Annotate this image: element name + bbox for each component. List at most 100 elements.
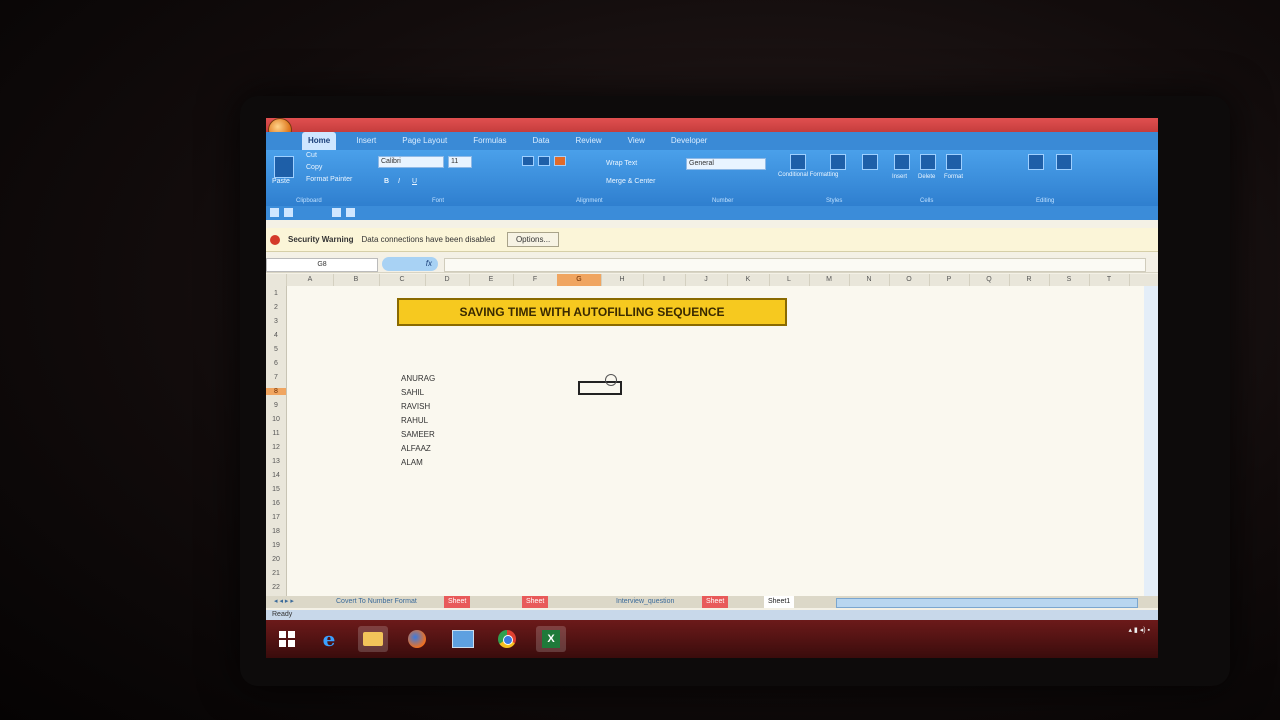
wrap-text-button[interactable]: Wrap Text	[606, 160, 637, 167]
column-header[interactable]: M	[809, 274, 850, 286]
excel-icon[interactable]: X	[536, 626, 566, 652]
paste-button[interactable]: Paste	[272, 178, 290, 185]
row-header[interactable]: 15	[266, 486, 286, 493]
row-header[interactable]: 16	[266, 500, 286, 507]
row-header[interactable]: 5	[266, 346, 286, 353]
name-cell[interactable]: RAVISH	[401, 402, 430, 411]
conditional-formatting-button[interactable]: Conditional Formatting	[778, 172, 838, 178]
row-header[interactable]: 10	[266, 416, 286, 423]
firefox-icon[interactable]	[402, 626, 432, 652]
sheet-tab[interactable]: Sheet	[444, 596, 471, 608]
align-middle-icon[interactable]	[538, 156, 550, 166]
vertical-scrollbar[interactable]	[1144, 286, 1158, 596]
row-header[interactable]: 14	[266, 472, 286, 479]
row-header[interactable]: 3	[266, 318, 286, 325]
format-cells-icon[interactable]	[946, 154, 962, 170]
worksheet-grid[interactable]: SAVING TIME WITH AUTOFILLING SEQUENCE AN…	[287, 286, 1158, 596]
formula-input[interactable]	[444, 258, 1146, 272]
align-top-icon[interactable]	[522, 156, 534, 166]
format-button[interactable]: Format	[944, 174, 963, 180]
column-header[interactable]: J	[685, 274, 728, 286]
media-icon[interactable]	[448, 626, 478, 652]
font-size-select[interactable]: 11	[448, 156, 472, 168]
format-as-table-icon[interactable]	[830, 154, 846, 170]
copy-button[interactable]: Copy	[306, 164, 322, 171]
row-header[interactable]: 20	[266, 556, 286, 563]
number-format-select[interactable]: General	[686, 158, 766, 170]
underline-button[interactable]: U	[412, 178, 417, 185]
column-header[interactable]: P	[929, 274, 970, 286]
tab-developer[interactable]: Developer	[665, 132, 713, 150]
italic-button[interactable]: I	[398, 178, 400, 185]
column-header[interactable]: C	[379, 274, 426, 286]
row-header[interactable]: 13	[266, 458, 286, 465]
sheet-tab[interactable]: Covert To Number Format	[332, 596, 421, 608]
row-header-selected[interactable]: 8	[266, 388, 286, 395]
cell-styles-icon[interactable]	[862, 154, 878, 170]
row-header[interactable]: 18	[266, 528, 286, 535]
tab-data[interactable]: Data	[527, 132, 556, 150]
column-header[interactable]: R	[1009, 274, 1050, 286]
sort-filter-icon[interactable]	[1028, 154, 1044, 170]
column-header[interactable]: I	[643, 274, 686, 286]
sheet-tab[interactable]: Sheet	[702, 596, 729, 608]
column-header[interactable]: N	[849, 274, 890, 286]
column-header[interactable]: H	[601, 274, 644, 286]
fx-icon[interactable]: fx	[382, 257, 438, 271]
row-header[interactable]: 4	[266, 332, 286, 339]
print-icon[interactable]	[332, 208, 341, 217]
save-icon[interactable]	[270, 208, 279, 217]
horizontal-scrollbar[interactable]	[836, 598, 1138, 608]
sheet-tab[interactable]: Sheet	[522, 596, 549, 608]
preview-icon[interactable]	[346, 208, 355, 217]
name-cell[interactable]: ALAM	[401, 458, 423, 467]
tab-formulas[interactable]: Formulas	[467, 132, 512, 150]
name-cell[interactable]: ALFAAZ	[401, 444, 431, 453]
cut-button[interactable]: Cut	[306, 152, 317, 159]
tab-home[interactable]: Home	[302, 132, 337, 150]
sheet-nav-arrows-icon[interactable]: ◂ ◂ ▸ ▸	[270, 596, 298, 608]
start-icon[interactable]	[272, 626, 302, 652]
tab-page-layout[interactable]: Page Layout	[396, 132, 453, 150]
row-header[interactable]: 19	[266, 542, 286, 549]
name-cell[interactable]: ANURAG	[401, 374, 435, 383]
column-header[interactable]: D	[425, 274, 470, 286]
column-header[interactable]: F	[513, 274, 558, 286]
tab-view[interactable]: View	[622, 132, 651, 150]
name-cell[interactable]: RAHUL	[401, 416, 428, 425]
delete-button[interactable]: Delete	[918, 174, 935, 180]
sheet-tab-active[interactable]: Sheet1	[764, 596, 795, 608]
row-header[interactable]: 2	[266, 304, 286, 311]
column-header[interactable]: E	[469, 274, 514, 286]
orientation-icon[interactable]	[554, 156, 566, 166]
row-header[interactable]: 12	[266, 444, 286, 451]
internet-explorer-icon[interactable]: e	[314, 626, 344, 652]
row-header[interactable]: 17	[266, 514, 286, 521]
column-header-selected[interactable]: G	[557, 274, 602, 286]
column-header[interactable]: T	[1089, 274, 1130, 286]
row-header[interactable]: 21	[266, 570, 286, 577]
insert-button[interactable]: Insert	[892, 174, 907, 180]
undo-icon[interactable]	[284, 208, 293, 217]
row-header[interactable]: 1	[266, 290, 286, 297]
column-header[interactable]: Q	[969, 274, 1010, 286]
sheet-tab[interactable]: Interview_question	[612, 596, 678, 608]
format-painter-button[interactable]: Format Painter	[306, 176, 352, 183]
font-name-select[interactable]: Calibri	[378, 156, 444, 168]
column-header[interactable]: L	[769, 274, 810, 286]
column-header[interactable]: B	[333, 274, 380, 286]
delete-cells-icon[interactable]	[920, 154, 936, 170]
merge-center-button[interactable]: Merge & Center	[606, 178, 655, 185]
column-header[interactable]: K	[727, 274, 770, 286]
name-cell[interactable]: SAHIL	[401, 388, 424, 397]
bold-button[interactable]: B	[384, 178, 389, 185]
name-cell[interactable]: SAMEER	[401, 430, 435, 439]
chrome-icon[interactable]	[492, 626, 522, 652]
options-button[interactable]: Options...	[506, 232, 560, 247]
file-explorer-icon[interactable]	[358, 626, 388, 652]
row-header[interactable]: 11	[266, 430, 286, 437]
column-header[interactable]: S	[1049, 274, 1090, 286]
name-box[interactable]: G8	[266, 258, 378, 272]
row-header[interactable]: 6	[266, 360, 286, 367]
conditional-formatting-icon[interactable]	[790, 154, 806, 170]
